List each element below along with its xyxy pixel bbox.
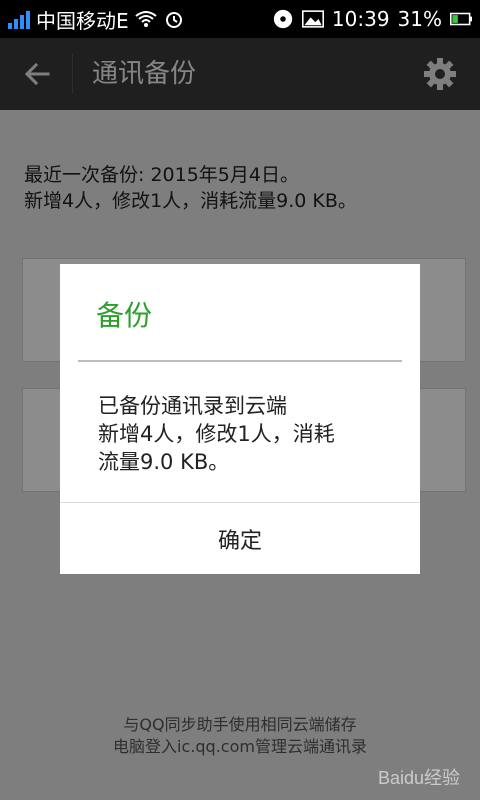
dialog-message-line: 流量9.0 KB。 [98, 448, 398, 476]
carrier-label: 中国移动E [36, 5, 129, 34]
dialog-title-divider [78, 360, 402, 362]
watermark: Baidu经验 [378, 764, 460, 790]
dialog-message-line: 新增4人，修改1人，消耗 [98, 420, 398, 448]
disc-icon [272, 8, 294, 30]
confirm-button[interactable]: 确定 [60, 503, 420, 574]
alarm-icon [163, 8, 185, 30]
status-bar: 中国移动E 10:39 31% [0, 0, 480, 38]
dialog-message-line: 已备份通讯录到云端 [98, 392, 398, 420]
signal-icon [8, 9, 30, 29]
dialog-title: 备份 [96, 294, 152, 334]
clock-label: 10:39 [332, 7, 390, 31]
battery-label: 31% [398, 7, 442, 31]
backup-dialog: 备份 已备份通讯录到云端 新增4人，修改1人，消耗 流量9.0 KB。 确定 [60, 264, 420, 574]
wifi-icon [135, 8, 157, 30]
battery-icon [450, 8, 472, 30]
dialog-message: 已备份通讯录到云端 新增4人，修改1人，消耗 流量9.0 KB。 [98, 392, 398, 476]
image-icon [302, 8, 324, 30]
